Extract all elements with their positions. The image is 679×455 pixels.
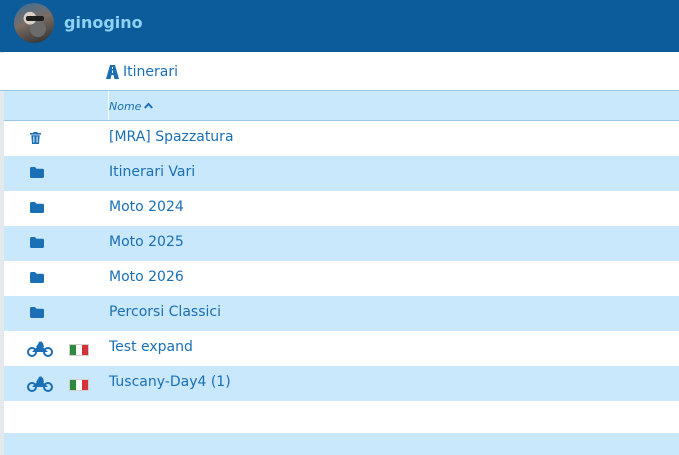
folder-icon[interactable] (30, 272, 44, 283)
item-label[interactable]: Tuscany-Day4 (1) (109, 374, 231, 390)
italy-flag-icon (69, 344, 89, 356)
list-item[interactable]: Itinerari Vari (4, 156, 679, 191)
item-label[interactable]: Moto 2025 (109, 234, 184, 250)
list-item[interactable]: Moto 2024 (4, 191, 679, 226)
item-label[interactable]: Moto 2024 (109, 199, 184, 215)
username[interactable]: ginogino (64, 13, 143, 32)
item-label[interactable]: Itinerari Vari (109, 164, 195, 180)
chevron-up-icon[interactable] (144, 102, 153, 109)
column-header-name[interactable]: Nome (109, 100, 141, 113)
app-header: ginogino (0, 0, 679, 52)
breadcrumb-label[interactable]: Itinerari (123, 64, 178, 80)
item-label[interactable]: Test expand (109, 339, 193, 355)
list-item[interactable]: Tuscany-Day4 (1) (4, 366, 679, 401)
trash-icon[interactable] (30, 132, 41, 144)
item-label[interactable]: Moto 2026 (109, 269, 184, 285)
italy-flag-icon (69, 379, 89, 391)
folder-icon[interactable] (30, 237, 44, 248)
breadcrumb: Itinerari (0, 53, 679, 91)
motorcycle-icon[interactable] (27, 376, 53, 392)
item-list: [MRA] Spazzatura Itinerari Vari Moto 202… (4, 121, 679, 401)
motorcycle-icon[interactable] (27, 341, 53, 357)
table-header: Nome (4, 91, 679, 121)
item-label[interactable]: [MRA] Spazzatura (109, 129, 234, 145)
folder-icon[interactable] (30, 307, 44, 318)
list-item[interactable]: Moto 2025 (4, 226, 679, 261)
list-item[interactable]: Percorsi Classici (4, 296, 679, 331)
folder-icon[interactable] (30, 202, 44, 213)
list-item[interactable]: Moto 2026 (4, 261, 679, 296)
list-item[interactable]: Test expand (4, 331, 679, 366)
list-item[interactable]: [MRA] Spazzatura (4, 121, 679, 156)
item-label[interactable]: Percorsi Classici (109, 304, 221, 320)
road-icon (106, 65, 119, 79)
avatar[interactable] (14, 3, 54, 43)
table-footer-band (4, 433, 679, 455)
folder-icon[interactable] (30, 167, 44, 178)
